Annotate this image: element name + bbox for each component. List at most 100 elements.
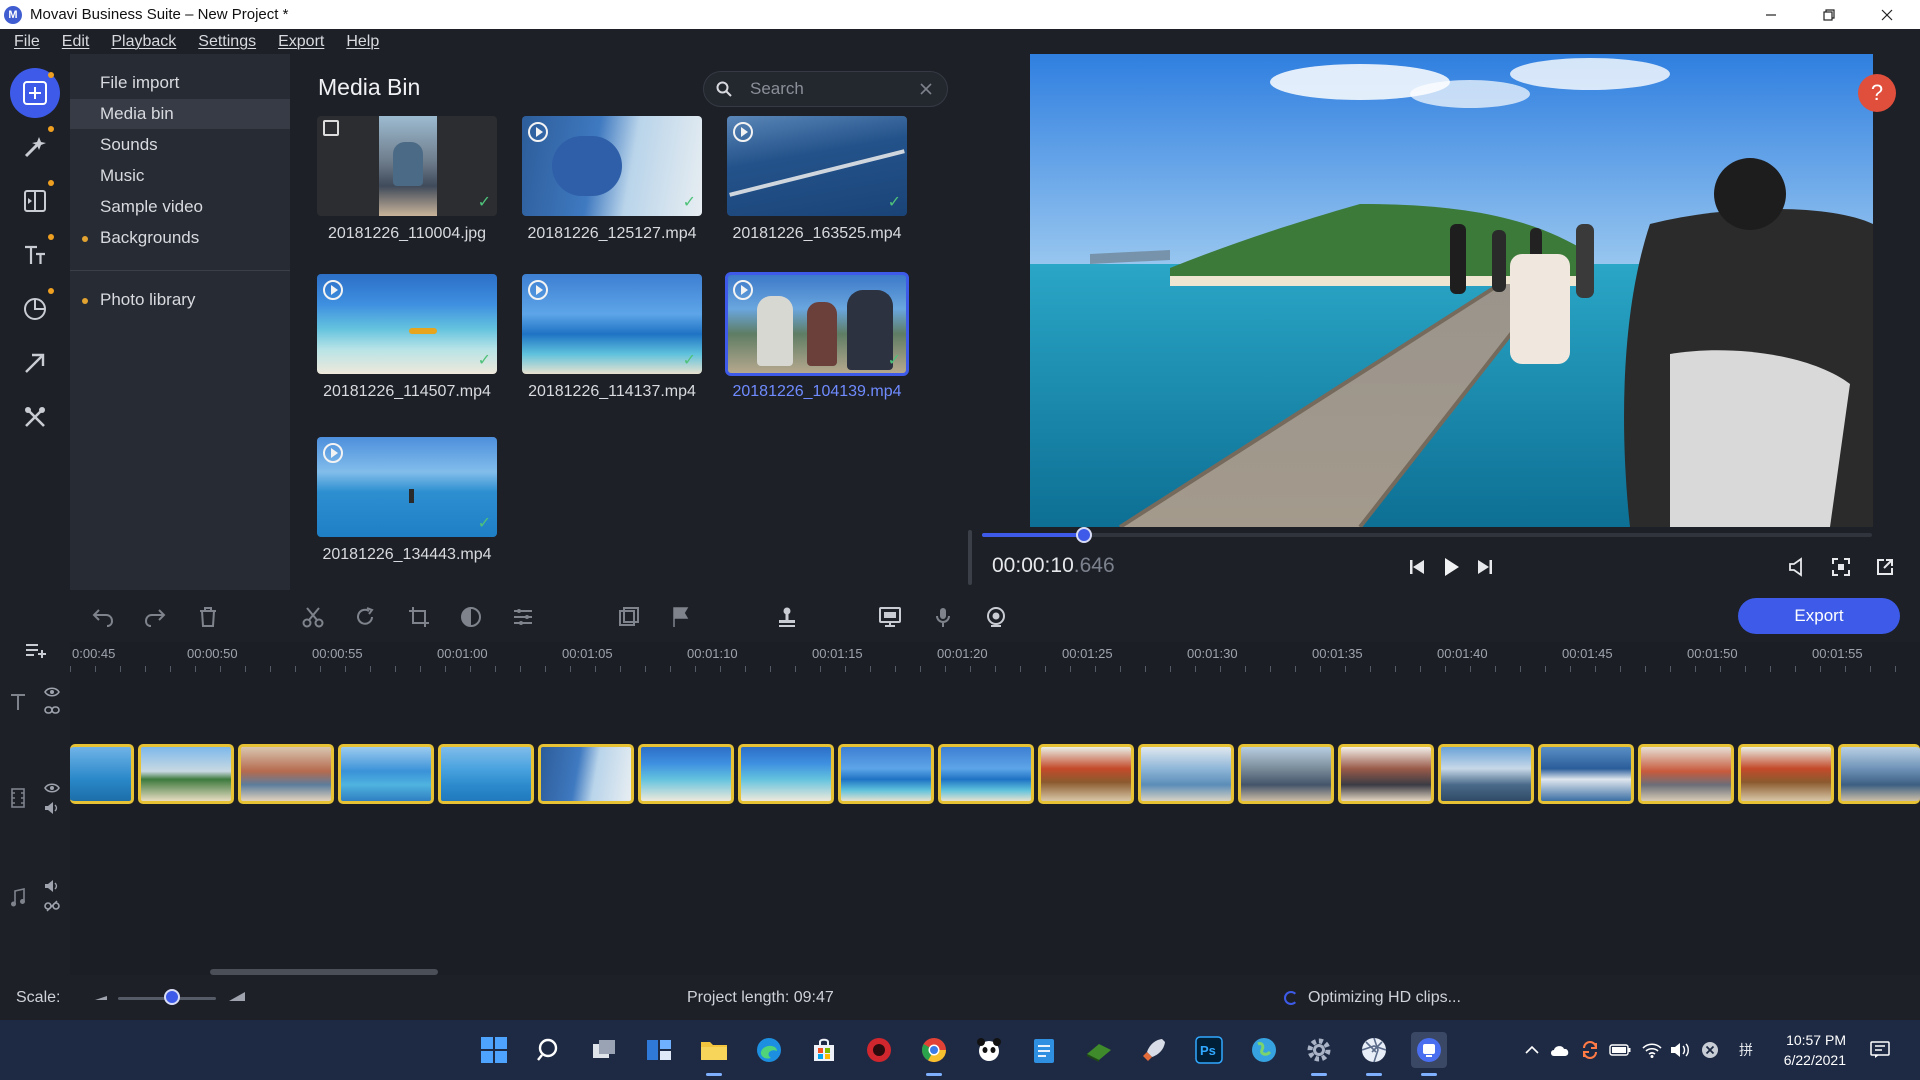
- zoom-in-icon[interactable]: [228, 989, 246, 1003]
- play-button[interactable]: [1436, 552, 1466, 582]
- timeline-clip[interactable]: [70, 744, 134, 804]
- rotate-button[interactable]: [350, 602, 380, 632]
- timeline-clip[interactable]: [338, 744, 434, 804]
- restore-button[interactable]: [1800, 0, 1858, 29]
- scale-handle[interactable]: [163, 989, 180, 1005]
- sync-tray-icon[interactable]: [1578, 1038, 1602, 1062]
- rail-transitions-button[interactable]: [10, 176, 60, 226]
- cat-media-bin[interactable]: Media bin: [70, 99, 290, 129]
- menu-playback[interactable]: Playback: [111, 33, 176, 51]
- text-track[interactable]: [70, 680, 1920, 730]
- transition-wizard-button[interactable]: [614, 602, 644, 632]
- previous-frame-button[interactable]: [1402, 552, 1432, 582]
- cat-music[interactable]: Music: [70, 161, 290, 191]
- timeline-clip[interactable]: [1638, 744, 1734, 804]
- timeline-clip[interactable]: [1338, 744, 1434, 804]
- menu-file[interactable]: File: [14, 33, 40, 51]
- timeline-clip[interactable]: [1738, 744, 1834, 804]
- timeline-clip[interactable]: [1438, 744, 1534, 804]
- timeline-ruler[interactable]: 0:00:45 00:00:50 00:00:55 00:01:00 00:01…: [70, 642, 1920, 672]
- undo-button[interactable]: [88, 602, 118, 632]
- timeline-clip[interactable]: [638, 744, 734, 804]
- cat-file-import[interactable]: File import: [70, 68, 290, 98]
- input-method-indicator[interactable]: 拼: [1734, 1038, 1758, 1062]
- battery-tray-icon[interactable]: [1608, 1038, 1632, 1062]
- volume-button[interactable]: [1782, 552, 1812, 582]
- media-item[interactable]: ✓ 20181226_163525.mp4: [727, 116, 907, 243]
- media-item[interactable]: ✓ 20181226_134443.mp4: [317, 437, 497, 564]
- timeline-clip[interactable]: [1838, 744, 1920, 804]
- panda-app-button[interactable]: [971, 1032, 1007, 1068]
- wifi-tray-icon[interactable]: [1640, 1038, 1664, 1062]
- detach-preview-button[interactable]: [1870, 552, 1900, 582]
- maps-app-button[interactable]: [1246, 1032, 1282, 1068]
- marker-button[interactable]: [666, 602, 696, 632]
- tray-overflow-button[interactable]: [1520, 1038, 1544, 1062]
- file-explorer-button[interactable]: [696, 1032, 732, 1076]
- menu-edit[interactable]: Edit: [62, 33, 90, 51]
- cat-sample-video[interactable]: Sample video: [70, 192, 290, 222]
- widgets-button[interactable]: [641, 1032, 677, 1068]
- rail-stickers-button[interactable]: [10, 284, 60, 334]
- chrome-button[interactable]: [916, 1032, 952, 1076]
- cat-backgrounds[interactable]: Backgrounds: [70, 223, 290, 253]
- voiceover-button[interactable]: [928, 602, 958, 632]
- search-input[interactable]: [750, 79, 910, 99]
- volume-tray-icon[interactable]: [1668, 1038, 1692, 1062]
- start-button[interactable]: [476, 1032, 512, 1068]
- redo-button[interactable]: [140, 602, 170, 632]
- rail-callouts-button[interactable]: [10, 338, 60, 388]
- edge-button[interactable]: [751, 1032, 787, 1068]
- color-adjust-button[interactable]: [456, 602, 486, 632]
- media-item[interactable]: ✓ 20181226_114507.mp4: [317, 274, 497, 401]
- cat-sounds[interactable]: Sounds: [70, 130, 290, 160]
- export-button[interactable]: Export: [1738, 598, 1900, 634]
- gpu-app-button[interactable]: [1081, 1032, 1117, 1068]
- screen-record-button[interactable]: [875, 602, 905, 632]
- stabilize-button[interactable]: [772, 602, 802, 632]
- media-item[interactable]: ✓ 20181226_114137.mp4: [522, 274, 702, 401]
- store-button[interactable]: [806, 1032, 842, 1068]
- eye-icon[interactable]: [42, 684, 62, 700]
- timeline-clip[interactable]: [1238, 744, 1334, 804]
- media-item[interactable]: ✓ 20181226_125127.mp4: [522, 116, 702, 243]
- menu-help[interactable]: Help: [346, 33, 379, 51]
- task-view-button[interactable]: [586, 1032, 622, 1068]
- timeline-clip[interactable]: [1138, 744, 1234, 804]
- help-button[interactable]: ?: [1858, 74, 1896, 112]
- rail-titles-button[interactable]: [10, 230, 60, 280]
- settings-button[interactable]: [1301, 1032, 1337, 1076]
- security-app-button[interactable]: [861, 1032, 897, 1068]
- onedrive-tray-icon[interactable]: [1548, 1038, 1572, 1062]
- rail-filters-button[interactable]: [10, 122, 60, 172]
- eye-icon[interactable]: [42, 780, 62, 796]
- speaker-icon[interactable]: [42, 800, 62, 816]
- delete-button[interactable]: [193, 602, 223, 632]
- panel-splitter[interactable]: [968, 530, 972, 585]
- notifications-button[interactable]: [1868, 1038, 1892, 1062]
- minimize-button[interactable]: [1742, 0, 1800, 29]
- timeline-clip[interactable]: [838, 744, 934, 804]
- rail-import-button[interactable]: [10, 68, 60, 118]
- timeline-clip[interactable]: [738, 744, 834, 804]
- photoshop-button[interactable]: Ps: [1191, 1032, 1227, 1068]
- speaker-icon[interactable]: [42, 878, 62, 894]
- timeline-clip[interactable]: [438, 744, 534, 804]
- add-track-button[interactable]: [22, 642, 50, 658]
- taskbar-clock[interactable]: 10:57 PM 6/22/2021: [1766, 1030, 1846, 1070]
- media-item-selected[interactable]: ✓ 20181226_104139.mp4: [725, 272, 909, 401]
- aperture-app-button[interactable]: [1356, 1032, 1392, 1076]
- seek-handle[interactable]: [1076, 527, 1093, 543]
- menu-settings[interactable]: Settings: [198, 33, 256, 51]
- timeline-clip[interactable]: [1038, 744, 1134, 804]
- zoom-out-icon[interactable]: [94, 992, 108, 1002]
- movavi-taskbar-button[interactable]: [1411, 1032, 1447, 1076]
- link-icon[interactable]: [42, 702, 62, 718]
- video-preview[interactable]: [1030, 54, 1873, 527]
- rail-tools-button[interactable]: [10, 392, 60, 442]
- clear-search-icon[interactable]: [920, 83, 932, 95]
- notepad-button[interactable]: [1026, 1032, 1062, 1068]
- video-track[interactable]: [70, 742, 1920, 806]
- timeline-clip[interactable]: [138, 744, 234, 804]
- cancel-tray-icon[interactable]: [1698, 1038, 1722, 1062]
